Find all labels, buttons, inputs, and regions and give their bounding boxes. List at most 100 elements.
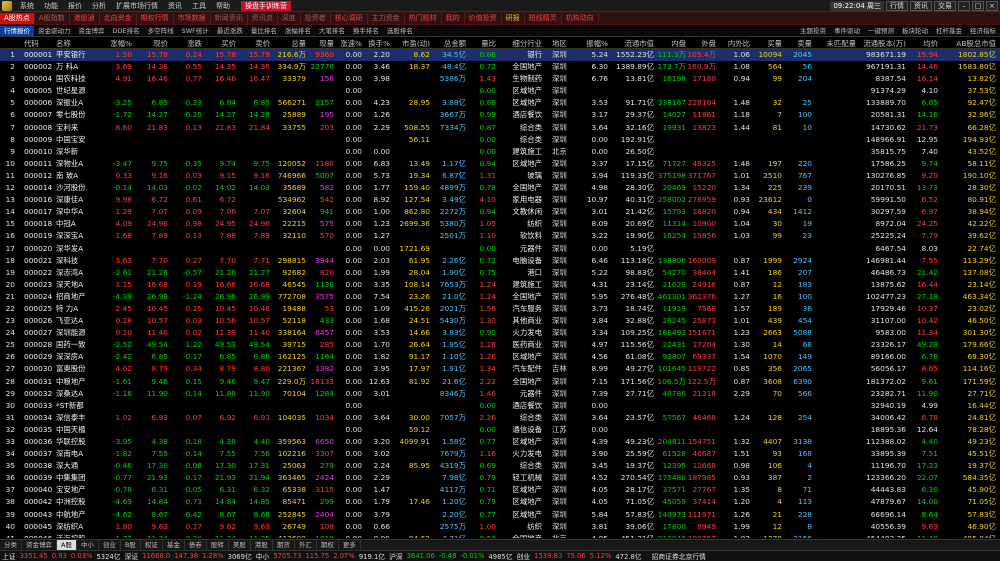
column-header-float-shares[interactable]: 流通股本(万) [856,38,906,49]
feature-tab[interactable]: 核心调研 [331,12,368,24]
column-header-change-pct[interactable]: 涨幅% [98,38,132,49]
table-row[interactable]: 36 000039 中集集团 -0.77 21.93 -0.17 21.93 21.94 363… [0,472,1000,484]
feature-tab[interactable]: 短线精灵 [525,12,562,24]
column-header-unmatched[interactable]: 未匹配量 [812,38,856,49]
table-row[interactable]: 18 000021 深科技 3.63 7.70 0.27 7.70 7.71 298815 394… [0,255,1000,267]
feature-tab[interactable]: 机构动向 [562,12,599,24]
column-header-name[interactable]: 名称 [56,38,100,49]
table-row[interactable]: 13 000016 深康佳A 9.98 6.72 0.61 6.72 534962 542 0.0… [0,194,1000,206]
feature-tab[interactable]: 研报 [502,12,525,24]
table-row[interactable]: 22 000025 特 力A 2.45 10.45 0.25 10.45 10.46 19488… [0,303,1000,315]
feature-tab[interactable]: 热门题材 [405,12,442,24]
column-header-ask-vol[interactable]: 卖量 [782,38,812,49]
column-header-amplitude[interactable]: 振幅% [582,38,608,49]
feature-tab[interactable]: 港股通 [70,12,100,24]
column-header-bid-vol[interactable]: 买量 [750,38,782,49]
table-row[interactable]: 16 000019 深深宝A 1.68 7.89 0.13 7.88 7.89 32110 570… [0,230,1000,242]
market-tab[interactable]: 分类 [0,540,22,550]
table-row[interactable]: 25 000028 国药一致 -2.52 49.54 1.22 49.53 49.54 3971… [0,339,1000,351]
feature-tab[interactable]: A股指数 [35,12,70,24]
market-tab[interactable]: 债券 [185,540,207,550]
menu-item[interactable]: 分析 [87,0,111,12]
tool-tab[interactable]: 主题投资 [796,26,830,36]
menu-item[interactable]: 资讯 [163,0,187,12]
feature-tab[interactable]: 资讯流 [248,12,278,24]
column-header-float-mv[interactable]: 流通市值 [608,38,654,49]
table-row[interactable]: 12 000014 沙河股份 -0.14 14.03 -0.02 14.02 14.03 356… [0,182,1000,194]
feature-tab[interactable]: 深度 [278,12,301,24]
market-tab[interactable]: 基金 [163,540,185,550]
market-tab[interactable]: 港股 [251,540,273,550]
feature-tab[interactable]: 投资者 [301,12,331,24]
feature-tab[interactable]: 我的 [442,12,465,24]
column-header-avg-price[interactable]: 均价 [906,38,938,49]
table-row[interactable]: 38 000042 中洲控股 -4.69 14.84 -0.73 14.84 14.85 854… [0,496,1000,508]
tool-tab[interactable]: 事件驱动 [830,26,864,36]
rank-tab[interactable]: 换手排名 [349,26,383,36]
table-row[interactable]: 40 000045 深纺织A 1.80 9.63 0.17 9.62 9.63 26749 109… [0,521,1000,533]
table-row[interactable]: 7 000008 宝利来 8.60 21.83 0.13 21.83 21.84 33755 20… [0,122,1000,134]
column-header-pe[interactable]: 市盈(动) [390,38,430,49]
market-tab[interactable]: A股 [57,540,77,550]
column-header-last-vol[interactable]: 现量 [306,38,334,49]
trade-button[interactable]: 交易 [934,0,956,11]
table-row[interactable]: 32 000035 中国天楹 0.00 59.12 0.00 通信设备 江苏 0.00 18895… [0,424,1000,436]
market-tab[interactable]: 权证 [141,540,163,550]
column-header-outer-vol[interactable]: 外盘 [686,38,716,49]
market-tab[interactable]: 外汇 [295,540,317,550]
table-row[interactable]: 15 000018 中冠A 4.09 24.96 0.98 24.95 24.96 22215 5… [0,218,1000,230]
feature-tab[interactable]: 主力资金 [368,12,405,24]
column-header-change[interactable]: 涨跌 [168,38,202,49]
table-row[interactable]: 2 000002 万 科A 3.69 14.36 0.55 14.35 14.36 334.9万… [0,61,1000,73]
menu-item[interactable]: 功能 [39,0,63,12]
table-row[interactable]: 5 000006 深振业A -3.25 6.85 -0.23 6.84 6.85 566271 2… [0,97,1000,109]
column-header-industry[interactable]: 细分行业 [470,38,542,49]
table-row[interactable]: 27 000030 富奥股份 4.02 8.79 0.34 8.79 8.80 221367 13… [0,363,1000,375]
table-row[interactable]: 4 000005 世纪星源 0.00 0.00 区域地产 深圳 91374.29 4.10 37.… [0,85,1000,97]
market-tab[interactable]: 更多 [339,540,361,550]
table-row[interactable]: 35 000038 深大通 -0.46 17.30 -0.08 17.30 17.31 2506… [0,460,1000,472]
feature-tab[interactable]: 新闻资讯 [211,12,248,24]
table-row[interactable]: 14 000017 深中华A 1.29 7.07 0.09 7.06 7.07 32604 941… [0,206,1000,218]
tool-tab[interactable]: 经济指标 [966,26,1000,36]
table-row[interactable]: 39 000043 中航地产 -4.62 8.67 -0.42 8.67 8.68 252845… [0,509,1000,521]
rank-tab[interactable]: 资金驱动力 [34,26,75,36]
rank-tab[interactable]: 涨幅排名 [281,26,315,36]
rank-tab[interactable]: SWF统计 [178,26,213,36]
table-row[interactable]: 41000046泛海控股-1.7311.34-0.2011.3411.35412… [0,533,1000,538]
quote-button[interactable]: 行情 [886,0,908,11]
column-header-region[interactable]: 地区 [552,38,582,49]
feature-tab[interactable]: 北向资金 [100,12,137,24]
table-row[interactable]: 31 000034 深信泰丰 1.02 6.93 0.07 6.92 6.93 104035 10… [0,412,1000,424]
market-tab[interactable]: 资金博弈 [22,540,57,550]
rank-tab[interactable]: 大笔排名 [315,26,349,36]
feature-tab[interactable]: 市场数据 [174,12,211,24]
column-header-bid[interactable]: 买价 [202,38,236,49]
column-header-code[interactable]: 代码 [24,38,52,49]
menu-item[interactable]: 扩展市场行情 [111,0,163,12]
feature-tab[interactable]: 期权行情 [137,12,174,24]
tool-tab[interactable]: 一键预测 [864,26,898,36]
menu-item[interactable]: 报价 [63,0,87,12]
market-tab[interactable]: 股转 [207,540,229,550]
feature-tab[interactable]: A股热点 [0,12,35,24]
table-row[interactable]: 11 000012 南 玻A 0.33 9.16 0.03 9.15 9.16 746966 50… [0,170,1000,182]
table-row[interactable]: 28 000031 中粮地产 -1.61 9.46 0.15 9.46 9.47 229.0万 1… [0,376,1000,388]
table-row[interactable]: 24 000027 深圳能源 0.10 11.40 0.02 11.39 11.40 33816… [0,327,1000,339]
table-row[interactable]: 3 000004 国农科技 4.91 16.46 0.77 16.46 16.47 33379 1… [0,73,1000,85]
column-header-row-num[interactable] [2,38,15,49]
maximize-icon[interactable]: □ [972,0,984,11]
rank-tab[interactable]: 量比排名 [247,26,281,36]
table-row[interactable]: 20 000023 深天地A 1.15 16.68 0.19 16.66 16.68 46545… [0,279,1000,291]
column-header-ask[interactable]: 卖价 [236,38,270,49]
promo-banner[interactable]: 操盘手训练营 [241,0,291,11]
table-row[interactable]: 33 000036 华联控股 -3.95 4.38 -0.18 4.38 4.40 359563… [0,436,1000,448]
feature-tab[interactable]: 价值投资 [465,12,502,24]
minimize-icon[interactable]: – [958,0,970,11]
table-row[interactable]: 37 000040 宝安地产 -0.78 6.31 -0.05 6.31 6.32 65338 3… [0,484,1000,496]
market-tab[interactable]: 中小 [77,540,99,550]
table-row[interactable]: 17 000020 深华发A 0.00 0.00 1721.69 0.00 元器件 深圳 0.00… [0,243,1000,255]
table-row[interactable]: 6 000007 零七股份 -1.72 14.27 -0.25 14.27 14.28 2588… [0,109,1000,121]
rank-tab[interactable]: 行情报价 [0,26,34,36]
table-row[interactable]: 19 000022 深赤湾A -2.61 21.26 -0.57 21.26 21.27 926… [0,267,1000,279]
